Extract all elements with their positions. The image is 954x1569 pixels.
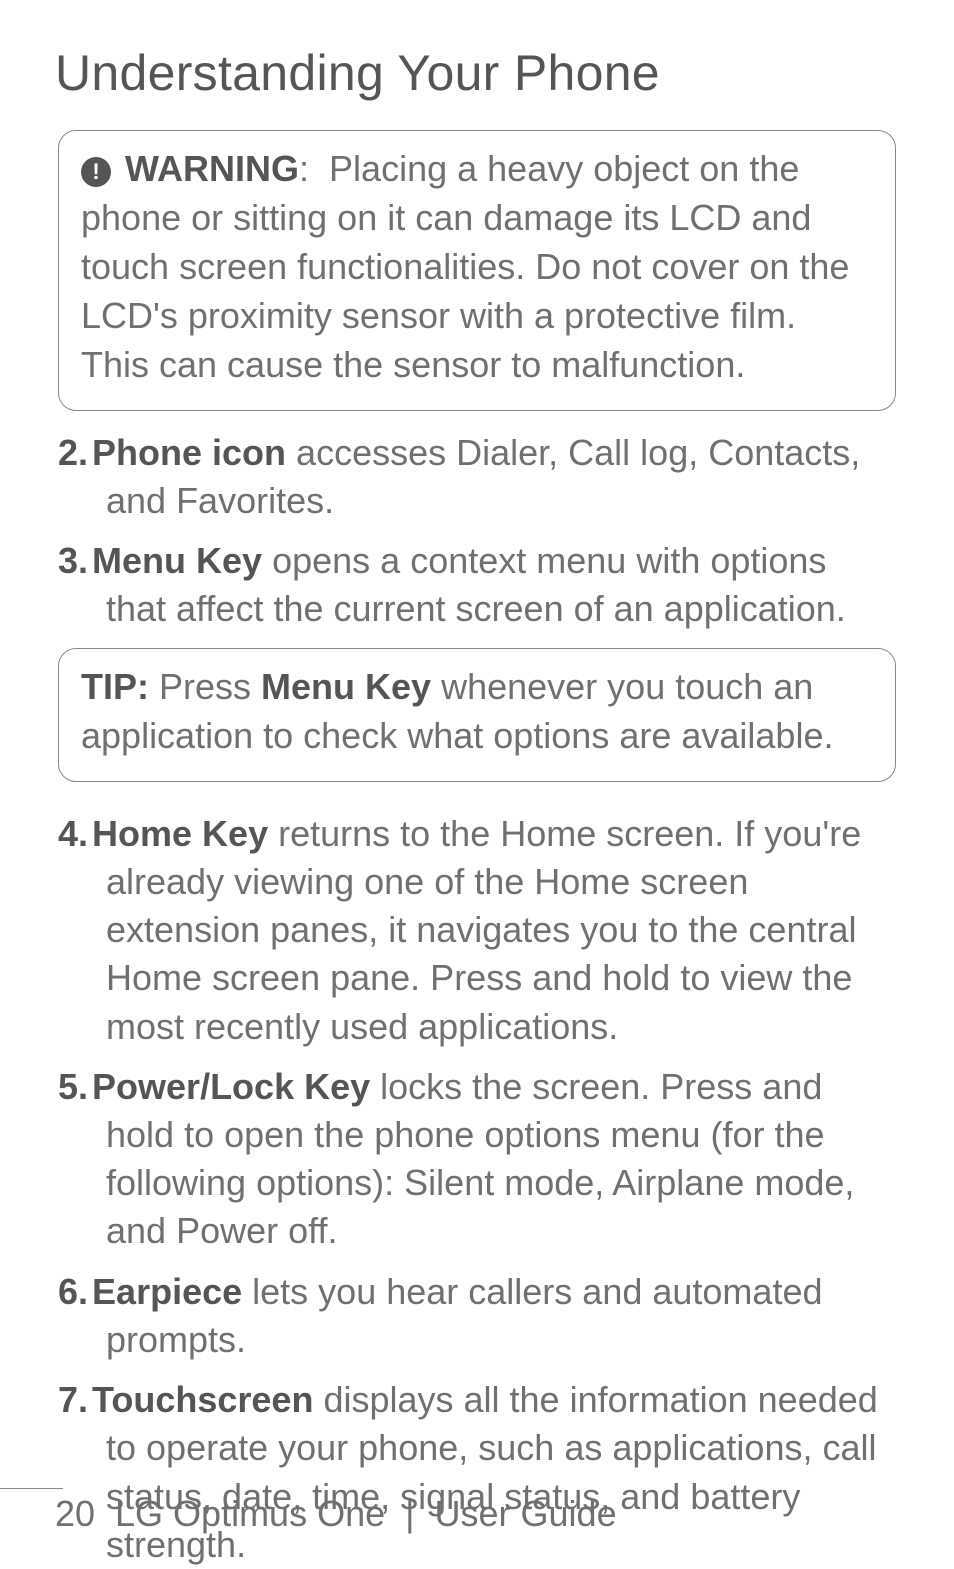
list-item: 5.Power/Lock Key locks the screen. Press… [58, 1063, 896, 1256]
list-item: 4.Home Key returns to the Home screen. I… [58, 810, 896, 1051]
item-number: 4. [58, 813, 88, 854]
feature-list-bottom: 4.Home Key returns to the Home screen. I… [58, 810, 896, 1569]
footer-rule [0, 1488, 63, 1489]
tip-bold: Menu Key [261, 666, 431, 707]
item-number: 7. [58, 1379, 88, 1420]
warning-icon: ! [81, 157, 111, 187]
item-term: Touchscreen [92, 1379, 313, 1420]
warning-callout: ! WARNING: Placing a heavy object on the… [58, 130, 896, 411]
feature-list-top: 2.Phone icon accesses Dialer, Call log, … [58, 429, 896, 634]
page-number: 20 [55, 1493, 105, 1535]
tip-pre: Press [149, 666, 261, 707]
item-term: Power/Lock Key [92, 1066, 370, 1107]
warning-label: WARNING [125, 148, 299, 189]
footer-product: LG Optimus One [115, 1493, 385, 1534]
page-title: Understanding Your Phone [55, 44, 899, 102]
page-footer: 20 LG Optimus One | User Guide [0, 1493, 954, 1535]
item-number: 2. [58, 432, 88, 473]
item-term: Menu Key [92, 540, 262, 581]
item-number: 6. [58, 1271, 88, 1312]
item-term: Home Key [92, 813, 268, 854]
tip-callout: TIP: Press Menu Key whenever you touch a… [58, 648, 896, 782]
item-term: Phone icon [92, 432, 286, 473]
document-page: Understanding Your Phone ! WARNING: Plac… [0, 0, 954, 1557]
list-item: 2.Phone icon accesses Dialer, Call log, … [58, 429, 896, 525]
footer-doc: User Guide [435, 1493, 617, 1534]
list-item: 7.Touchscreen displays all the informati… [58, 1376, 896, 1569]
footer-separator: | [405, 1493, 414, 1534]
item-number: 3. [58, 540, 88, 581]
warning-colon: : [299, 148, 309, 189]
item-term: Earpiece [92, 1271, 242, 1312]
tip-label: TIP: [81, 666, 149, 707]
item-number: 5. [58, 1066, 88, 1107]
list-item: 6.Earpiece lets you hear callers and aut… [58, 1268, 896, 1364]
list-item: 3.Menu Key opens a context menu with opt… [58, 537, 896, 633]
